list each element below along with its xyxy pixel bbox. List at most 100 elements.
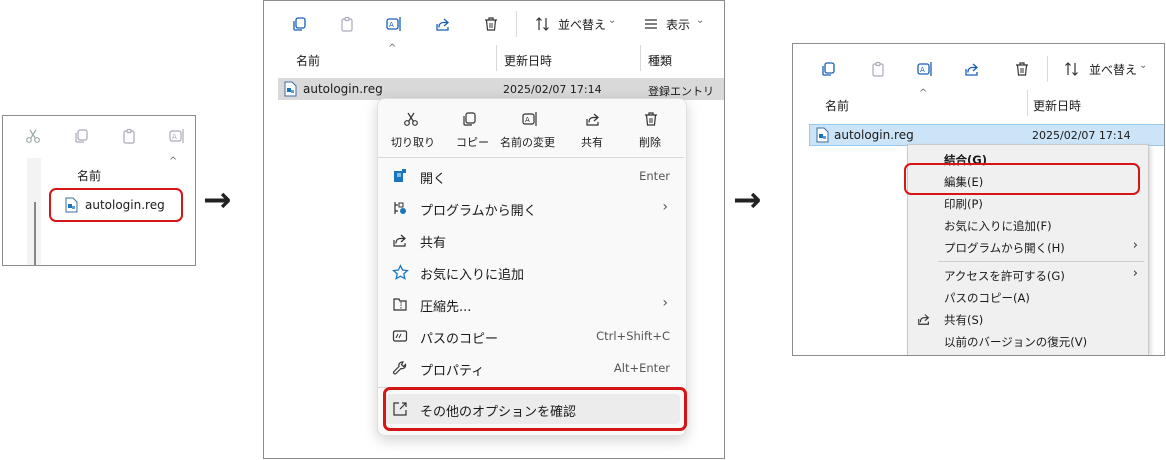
menu-item-share[interactable]: 共有(S) bbox=[908, 308, 1148, 330]
menu-item-copy-path[interactable]: パスのコピー Ctrl+Shift+C bbox=[378, 321, 686, 351]
toolbar-divider bbox=[1047, 56, 1048, 82]
menu-item-restore-versions[interactable]: 以前のバージョンの復元(V) bbox=[908, 330, 1148, 352]
delete-icon[interactable] bbox=[1011, 58, 1033, 80]
cut-icon[interactable] bbox=[23, 126, 43, 146]
sort-chevron-icon: ^ bbox=[169, 156, 178, 167]
paste-icon[interactable] bbox=[867, 58, 889, 80]
quick-action-copy[interactable]: コピー bbox=[444, 107, 494, 153]
rename-icon[interactable]: A bbox=[915, 58, 937, 80]
quick-action-delete[interactable]: 削除 bbox=[626, 107, 676, 153]
column-divider bbox=[496, 45, 497, 71]
wrench-icon bbox=[390, 358, 410, 378]
quick-action-label: 共有 bbox=[581, 136, 603, 149]
paste-icon[interactable] bbox=[119, 126, 139, 146]
rename-icon[interactable]: A bbox=[384, 13, 406, 35]
quick-action-cut[interactable]: 切り取り bbox=[386, 107, 436, 153]
column-header-date[interactable]: 更新日時 bbox=[504, 52, 552, 69]
menu-item-label: 共有 bbox=[420, 236, 447, 251]
chevron-down-icon: ⌄ bbox=[696, 15, 705, 26]
highlight-box bbox=[383, 387, 687, 431]
copy-icon[interactable] bbox=[817, 58, 839, 80]
quick-action-label: 削除 bbox=[639, 136, 661, 149]
column-header-name[interactable]: 名前 bbox=[296, 52, 320, 69]
file-name: autologin.reg bbox=[303, 82, 383, 96]
share-icon[interactable] bbox=[961, 58, 983, 80]
chevron-right-icon: › bbox=[662, 199, 668, 215]
menu-item-open-with[interactable]: プログラムから開く › bbox=[378, 193, 686, 223]
menu-item-label: 圧縮先... bbox=[420, 300, 472, 315]
highlight-box bbox=[49, 188, 183, 222]
menu-item-label: パスのコピー bbox=[420, 332, 499, 347]
rename-icon: A bbox=[521, 109, 541, 129]
quick-action-share[interactable]: 共有 bbox=[568, 107, 618, 153]
menu-item-give-access[interactable]: アクセスを許可する(G) › bbox=[908, 264, 1148, 286]
view-icon[interactable] bbox=[640, 13, 662, 35]
menu-item-label: プログラムから開く(H) bbox=[944, 241, 1065, 255]
menu-item-print[interactable]: 印刷(P) bbox=[908, 192, 1148, 214]
sort-button-label[interactable]: 並べ替え bbox=[558, 16, 606, 33]
menu-item-compress[interactable]: 圧縮先... › bbox=[378, 289, 686, 319]
file-row[interactable]: autologin.reg 2025/02/07 17:14 bbox=[809, 124, 1164, 146]
menu-item-share[interactable]: 共有 bbox=[378, 225, 686, 255]
file-date: 2025/02/07 17:14 bbox=[503, 83, 602, 96]
sort-chevron-icon: ^ bbox=[388, 43, 397, 54]
file-name: autologin.reg bbox=[834, 128, 914, 142]
column-divider bbox=[640, 45, 641, 71]
chevron-right-icon: › bbox=[662, 295, 668, 311]
column-divider bbox=[1027, 90, 1028, 116]
share-icon bbox=[583, 109, 603, 129]
menu-item-add-favorite[interactable]: お気に入りに追加 bbox=[378, 257, 686, 287]
file-type: 登録エントリ bbox=[648, 85, 714, 98]
menu-item-label: お気に入りに追加(F) bbox=[944, 219, 1052, 233]
cut-icon bbox=[401, 109, 421, 129]
highlight-box bbox=[904, 163, 1140, 195]
menu-item-label: 印刷(P) bbox=[944, 197, 983, 211]
quick-action-label: コピー bbox=[456, 136, 489, 149]
share-icon bbox=[916, 311, 932, 327]
quick-action-rename[interactable]: A 名前の変更 bbox=[500, 107, 562, 153]
chevron-right-icon: › bbox=[1132, 266, 1138, 281]
nav-pane-scrollbar[interactable] bbox=[34, 202, 36, 265]
file-date: 2025/02/07 17:14 bbox=[1032, 129, 1131, 142]
menu-item-copy-path[interactable]: パスのコピー(A) bbox=[908, 286, 1148, 308]
menu-item-open[interactable]: 開く Enter bbox=[378, 161, 686, 191]
menu-item-label: プログラムから開く bbox=[420, 204, 537, 219]
column-header-name[interactable]: 名前 bbox=[825, 97, 849, 114]
svg-text:A: A bbox=[172, 133, 177, 141]
sort-chevron-icon: ^ bbox=[919, 88, 928, 99]
copy-icon[interactable] bbox=[71, 126, 91, 146]
paste-icon[interactable] bbox=[336, 13, 358, 35]
chevron-down-icon: ⌄ bbox=[1139, 60, 1148, 71]
view-button-label[interactable]: 表示 bbox=[666, 16, 690, 33]
open-with-icon bbox=[390, 198, 410, 218]
menu-item-open-with[interactable]: プログラムから開く(H) › bbox=[908, 236, 1148, 258]
menu-item-shortcut: Ctrl+Shift+C bbox=[596, 329, 670, 343]
menu-item-label: お気に入りに追加 bbox=[420, 268, 525, 283]
sort-icon[interactable] bbox=[532, 13, 554, 35]
menu-item-properties[interactable]: プロパティ Alt+Enter bbox=[378, 353, 686, 383]
toolbar-divider bbox=[516, 11, 517, 37]
quick-action-label: 切り取り bbox=[391, 136, 435, 149]
column-header-date[interactable]: 更新日時 bbox=[1033, 97, 1081, 114]
sort-button-label[interactable]: 並べ替え bbox=[1089, 61, 1137, 78]
delete-icon[interactable] bbox=[480, 13, 502, 35]
open-icon bbox=[390, 166, 410, 186]
menu-item-label: 共有(S) bbox=[944, 313, 984, 327]
file-row[interactable]: autologin.reg 2025/02/07 17:14 登録エントリ bbox=[278, 78, 724, 100]
explorer-panel-3: A 並べ替え ⌄ ^ 名前 更新日時 autologin.reg 2025/02… bbox=[792, 43, 1165, 356]
sort-icon[interactable] bbox=[1061, 58, 1083, 80]
chevron-right-icon: › bbox=[1132, 238, 1138, 253]
copy-icon bbox=[459, 109, 479, 129]
star-icon bbox=[390, 262, 410, 282]
share-icon[interactable] bbox=[432, 13, 454, 35]
column-header-name[interactable]: 名前 bbox=[77, 167, 101, 184]
menu-item-add-favorite[interactable]: お気に入りに追加(F) bbox=[908, 214, 1148, 236]
chevron-down-icon: ⌄ bbox=[608, 15, 617, 26]
rename-icon[interactable]: A bbox=[167, 126, 187, 146]
delete-icon bbox=[641, 109, 661, 129]
menu-item-label: アクセスを許可する(G) bbox=[944, 269, 1065, 283]
copy-path-icon bbox=[390, 326, 410, 346]
svg-text:A: A bbox=[920, 66, 925, 74]
column-header-type[interactable]: 種類 bbox=[648, 52, 672, 69]
copy-icon[interactable] bbox=[288, 13, 310, 35]
